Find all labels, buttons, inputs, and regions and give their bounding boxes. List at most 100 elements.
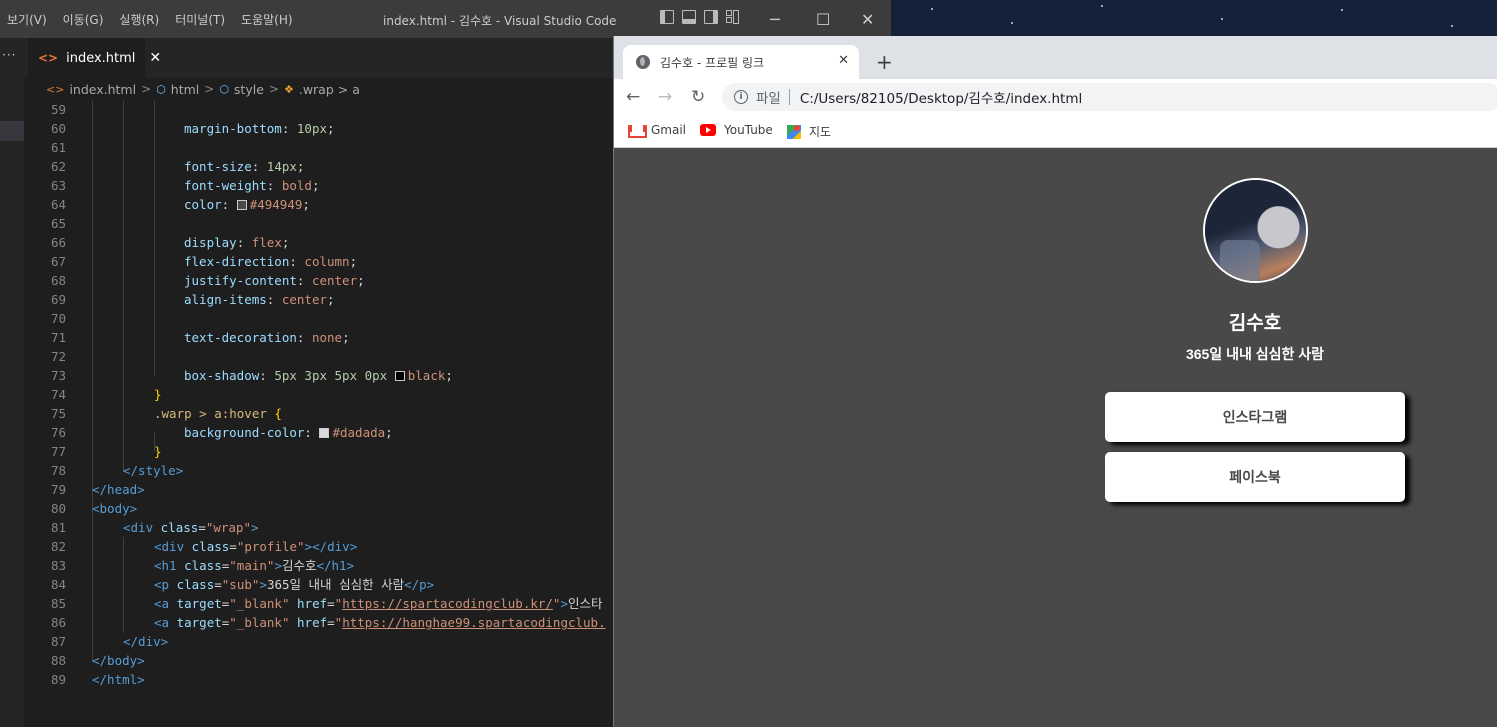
forward-icon[interactable]: → xyxy=(658,87,672,107)
activity-selected[interactable] xyxy=(0,121,24,141)
minimize-icon[interactable]: ─ xyxy=(770,10,780,29)
code-line: background-color: #dadada; xyxy=(184,425,393,440)
profile-avatar xyxy=(1203,178,1308,283)
menu-go[interactable]: 이동(G) xyxy=(63,11,104,28)
bookmark-label: Gmail xyxy=(651,123,687,137)
line-number: 66 xyxy=(50,235,66,250)
line-number: 88 xyxy=(50,653,66,668)
toggle-secondary-sidebar-icon[interactable] xyxy=(704,10,718,24)
youtube-icon xyxy=(700,124,716,136)
code-line: <p class="sub">365일 내내 심심한 사람</p> xyxy=(154,577,435,592)
html-file-icon: <> xyxy=(46,82,65,96)
chrome-window: 김수호 - 프로필 링크 ✕ + ← → ↻ i 파일 C:/Users/821… xyxy=(613,36,1497,727)
tab-label: index.html xyxy=(66,50,136,66)
line-number: 74 xyxy=(50,387,66,402)
breadcrumb-selector[interactable]: .wrap > a xyxy=(299,82,360,97)
instagram-link-button[interactable]: 인스타그램 xyxy=(1105,392,1405,442)
tab-index-html[interactable]: <> index.html ✕ xyxy=(28,38,161,78)
address-url[interactable]: C:/Users/82105/Desktop/김수호/index.html xyxy=(800,87,1082,107)
code-line: </body> xyxy=(92,653,145,668)
menu-view[interactable]: 보기(V) xyxy=(7,11,47,28)
bookmark-gmail[interactable]: Gmail xyxy=(628,123,687,138)
profile-subtitle: 365일 내내 심심한 사람 xyxy=(1185,346,1325,362)
line-number: 85 xyxy=(50,596,66,611)
breadcrumb-file[interactable]: index.html xyxy=(69,82,136,97)
code-link[interactable]: https://hanghae99.spartacodingclub. xyxy=(342,615,605,630)
more-icon[interactable]: ··· xyxy=(2,48,16,62)
cube-icon: ⬡ xyxy=(156,82,166,96)
code-link[interactable]: https://spartacodingclub.kr/ xyxy=(342,596,553,611)
line-number: 84 xyxy=(50,577,66,592)
line-number: 79 xyxy=(50,482,66,497)
code-line: <a target="_blank" href="https://hanghae… xyxy=(154,615,606,630)
cube-icon: ⬡ xyxy=(219,82,229,96)
browser-tab[interactable]: 김수호 - 프로필 링크 ✕ xyxy=(623,45,859,79)
line-number: 60 xyxy=(50,121,66,136)
line-number: 59 xyxy=(50,102,66,117)
info-icon[interactable]: i xyxy=(734,90,748,104)
reload-icon[interactable]: ↻ xyxy=(691,87,705,107)
line-number: 86 xyxy=(50,615,66,630)
breadcrumb-html[interactable]: html xyxy=(171,82,199,97)
code-line: </html> xyxy=(92,672,145,687)
layout-controls xyxy=(660,10,740,24)
line-number: 68 xyxy=(50,273,66,288)
code-line: </div> xyxy=(123,634,169,649)
divider xyxy=(788,89,790,105)
code-line: <a target="_blank" href="https://spartac… xyxy=(154,596,603,611)
line-number: 89 xyxy=(50,672,66,687)
facebook-link-button[interactable]: 페이스북 xyxy=(1105,452,1405,502)
color-swatch-icon[interactable] xyxy=(394,371,405,381)
line-number: 69 xyxy=(50,292,66,307)
toggle-sidebar-icon[interactable] xyxy=(660,10,674,24)
close-tab-icon[interactable]: ✕ xyxy=(149,50,161,66)
line-number: 70 xyxy=(50,311,66,326)
close-window-icon[interactable]: ✕ xyxy=(861,10,874,29)
color-swatch-icon[interactable] xyxy=(236,200,247,210)
desktop-strip xyxy=(891,0,1497,38)
line-number: 77 xyxy=(50,444,66,459)
breadcrumb-style[interactable]: style xyxy=(234,82,264,97)
address-scheme: 파일 xyxy=(756,91,781,107)
code-line: display: flex; xyxy=(184,235,290,250)
chevron-right-icon: > xyxy=(141,82,152,96)
color-swatch-icon[interactable] xyxy=(319,428,330,438)
maximize-icon[interactable]: ☐ xyxy=(816,10,830,29)
line-number: 72 xyxy=(50,349,66,364)
line-number: 62 xyxy=(50,159,66,174)
vscode-titlebar: 보기(V) 이동(G) 실행(R) 터미널(T) 도움말(H) index.ht… xyxy=(0,0,891,38)
line-number: 61 xyxy=(50,140,66,155)
close-tab-icon[interactable]: ✕ xyxy=(838,53,849,68)
web-page: 김수호 365일 내내 심심한 사람 인스타그램 페이스북 xyxy=(614,148,1497,727)
back-icon[interactable]: ← xyxy=(626,87,640,107)
bookmark-label: 지도 xyxy=(809,125,832,139)
address-bar[interactable]: i 파일 C:/Users/82105/Desktop/김수호/index.ht… xyxy=(722,83,1497,111)
line-number: 65 xyxy=(50,216,66,231)
maps-icon xyxy=(787,124,801,139)
bookmark-label: YouTube xyxy=(724,123,773,137)
line-number: 83 xyxy=(50,558,66,573)
toggle-panel-icon[interactable] xyxy=(682,10,696,24)
profile-name: 김수호 xyxy=(1228,313,1282,334)
line-number: 78 xyxy=(50,463,66,478)
activity-bar: ··· xyxy=(0,38,24,727)
menu-help[interactable]: 도움말(H) xyxy=(241,11,293,28)
code-line: align-items: center; xyxy=(184,292,335,307)
code-line: </style> xyxy=(123,463,184,478)
bookmark-maps[interactable]: 지도 xyxy=(787,123,831,140)
menu-run[interactable]: 실행(R) xyxy=(119,11,159,28)
code-line: flex-direction: column; xyxy=(184,254,358,269)
chrome-toolbar: ← → ↻ i 파일 C:/Users/82105/Desktop/김수호/in… xyxy=(614,79,1497,115)
bookmarks-bar: Gmail YouTube 지도 xyxy=(614,115,1497,148)
code-line: <h1 class="main">김수호</h1> xyxy=(154,558,355,573)
menu-terminal[interactable]: 터미널(T) xyxy=(175,11,225,28)
code-line: <body> xyxy=(92,501,138,516)
code-line: justify-content: center; xyxy=(184,273,365,288)
line-number: 76 xyxy=(50,425,66,440)
code-line: <div class="wrap"> xyxy=(123,520,259,535)
chevron-right-icon: > xyxy=(204,82,215,96)
bookmark-youtube[interactable]: YouTube xyxy=(700,123,773,137)
customize-layout-icon[interactable] xyxy=(726,10,740,24)
new-tab-icon[interactable]: + xyxy=(876,50,893,74)
line-number: 67 xyxy=(50,254,66,269)
